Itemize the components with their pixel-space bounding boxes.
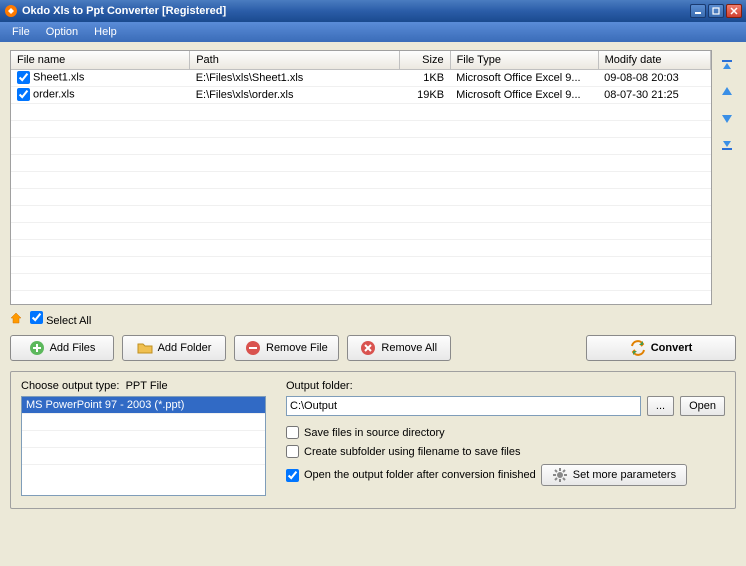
add-folder-button[interactable]: Add Folder xyxy=(122,335,226,361)
convert-button[interactable]: Convert xyxy=(586,335,736,361)
output-folder-input[interactable] xyxy=(286,396,641,416)
col-size[interactable]: Size xyxy=(399,51,450,69)
maximize-button[interactable] xyxy=(708,4,724,18)
remove-file-label: Remove File xyxy=(266,342,328,354)
open-folder-button[interactable]: Open xyxy=(680,396,725,416)
output-type-label: Choose output type: PPT File xyxy=(21,380,266,392)
col-type[interactable]: File Type xyxy=(450,51,598,69)
col-modify[interactable]: Modify date xyxy=(598,51,710,69)
add-folder-label: Add Folder xyxy=(158,342,212,354)
table-row[interactable]: Sheet1.xlsE:\Files\xls\Sheet1.xls1KBMicr… xyxy=(11,69,711,86)
more-parameters-button[interactable]: Set more parameters xyxy=(541,464,687,486)
move-bottom-button[interactable] xyxy=(719,136,735,152)
table-row[interactable]: order.xlsE:\Files\xls\order.xls19KBMicro… xyxy=(11,86,711,103)
move-top-button[interactable] xyxy=(719,58,735,74)
output-folder-label: Output folder: xyxy=(286,380,725,392)
menu-bar: File Option Help xyxy=(0,22,746,42)
remove-all-label: Remove All xyxy=(381,342,437,354)
output-type-list[interactable]: MS PowerPoint 97 - 2003 (*.ppt) xyxy=(21,396,266,496)
add-files-button[interactable]: Add Files xyxy=(10,335,114,361)
create-subfolder-checkbox[interactable] xyxy=(286,445,299,458)
col-path[interactable]: Path xyxy=(190,51,399,69)
create-subfolder-label: Create subfolder using filename to save … xyxy=(304,446,520,458)
remove-file-button[interactable]: Remove File xyxy=(234,335,339,361)
open-after-checkbox[interactable] xyxy=(286,469,299,482)
more-parameters-label: Set more parameters xyxy=(573,469,676,481)
menu-help[interactable]: Help xyxy=(88,24,123,40)
up-folder-icon[interactable] xyxy=(10,312,24,326)
select-all-checkbox[interactable]: Select All xyxy=(30,311,91,327)
row-checkbox[interactable] xyxy=(17,71,30,84)
window-title: Okdo Xls to Ppt Converter [Registered] xyxy=(22,5,690,17)
minimize-button[interactable] xyxy=(690,4,706,18)
convert-label: Convert xyxy=(651,342,693,354)
output-panel: Choose output type: PPT File MS PowerPoi… xyxy=(10,371,736,509)
row-checkbox[interactable] xyxy=(17,88,30,101)
menu-file[interactable]: File xyxy=(6,24,36,40)
title-bar: Okdo Xls to Ppt Converter [Registered] xyxy=(0,0,746,22)
file-grid[interactable]: File name Path Size File Type Modify dat… xyxy=(10,50,712,305)
app-icon xyxy=(4,4,18,18)
output-type-item[interactable]: MS PowerPoint 97 - 2003 (*.ppt) xyxy=(22,397,265,413)
close-button[interactable] xyxy=(726,4,742,18)
col-filename[interactable]: File name xyxy=(11,51,190,69)
remove-all-button[interactable]: Remove All xyxy=(347,335,451,361)
save-source-checkbox[interactable] xyxy=(286,426,299,439)
move-up-button[interactable] xyxy=(719,84,735,100)
save-source-label: Save files in source directory xyxy=(304,427,445,439)
add-files-label: Add Files xyxy=(50,342,96,354)
reorder-buttons xyxy=(718,50,736,305)
select-all-label: Select All xyxy=(46,315,91,327)
move-down-button[interactable] xyxy=(719,110,735,126)
browse-button[interactable]: ... xyxy=(647,396,674,416)
open-after-label: Open the output folder after conversion … xyxy=(304,469,536,481)
menu-option[interactable]: Option xyxy=(40,24,84,40)
